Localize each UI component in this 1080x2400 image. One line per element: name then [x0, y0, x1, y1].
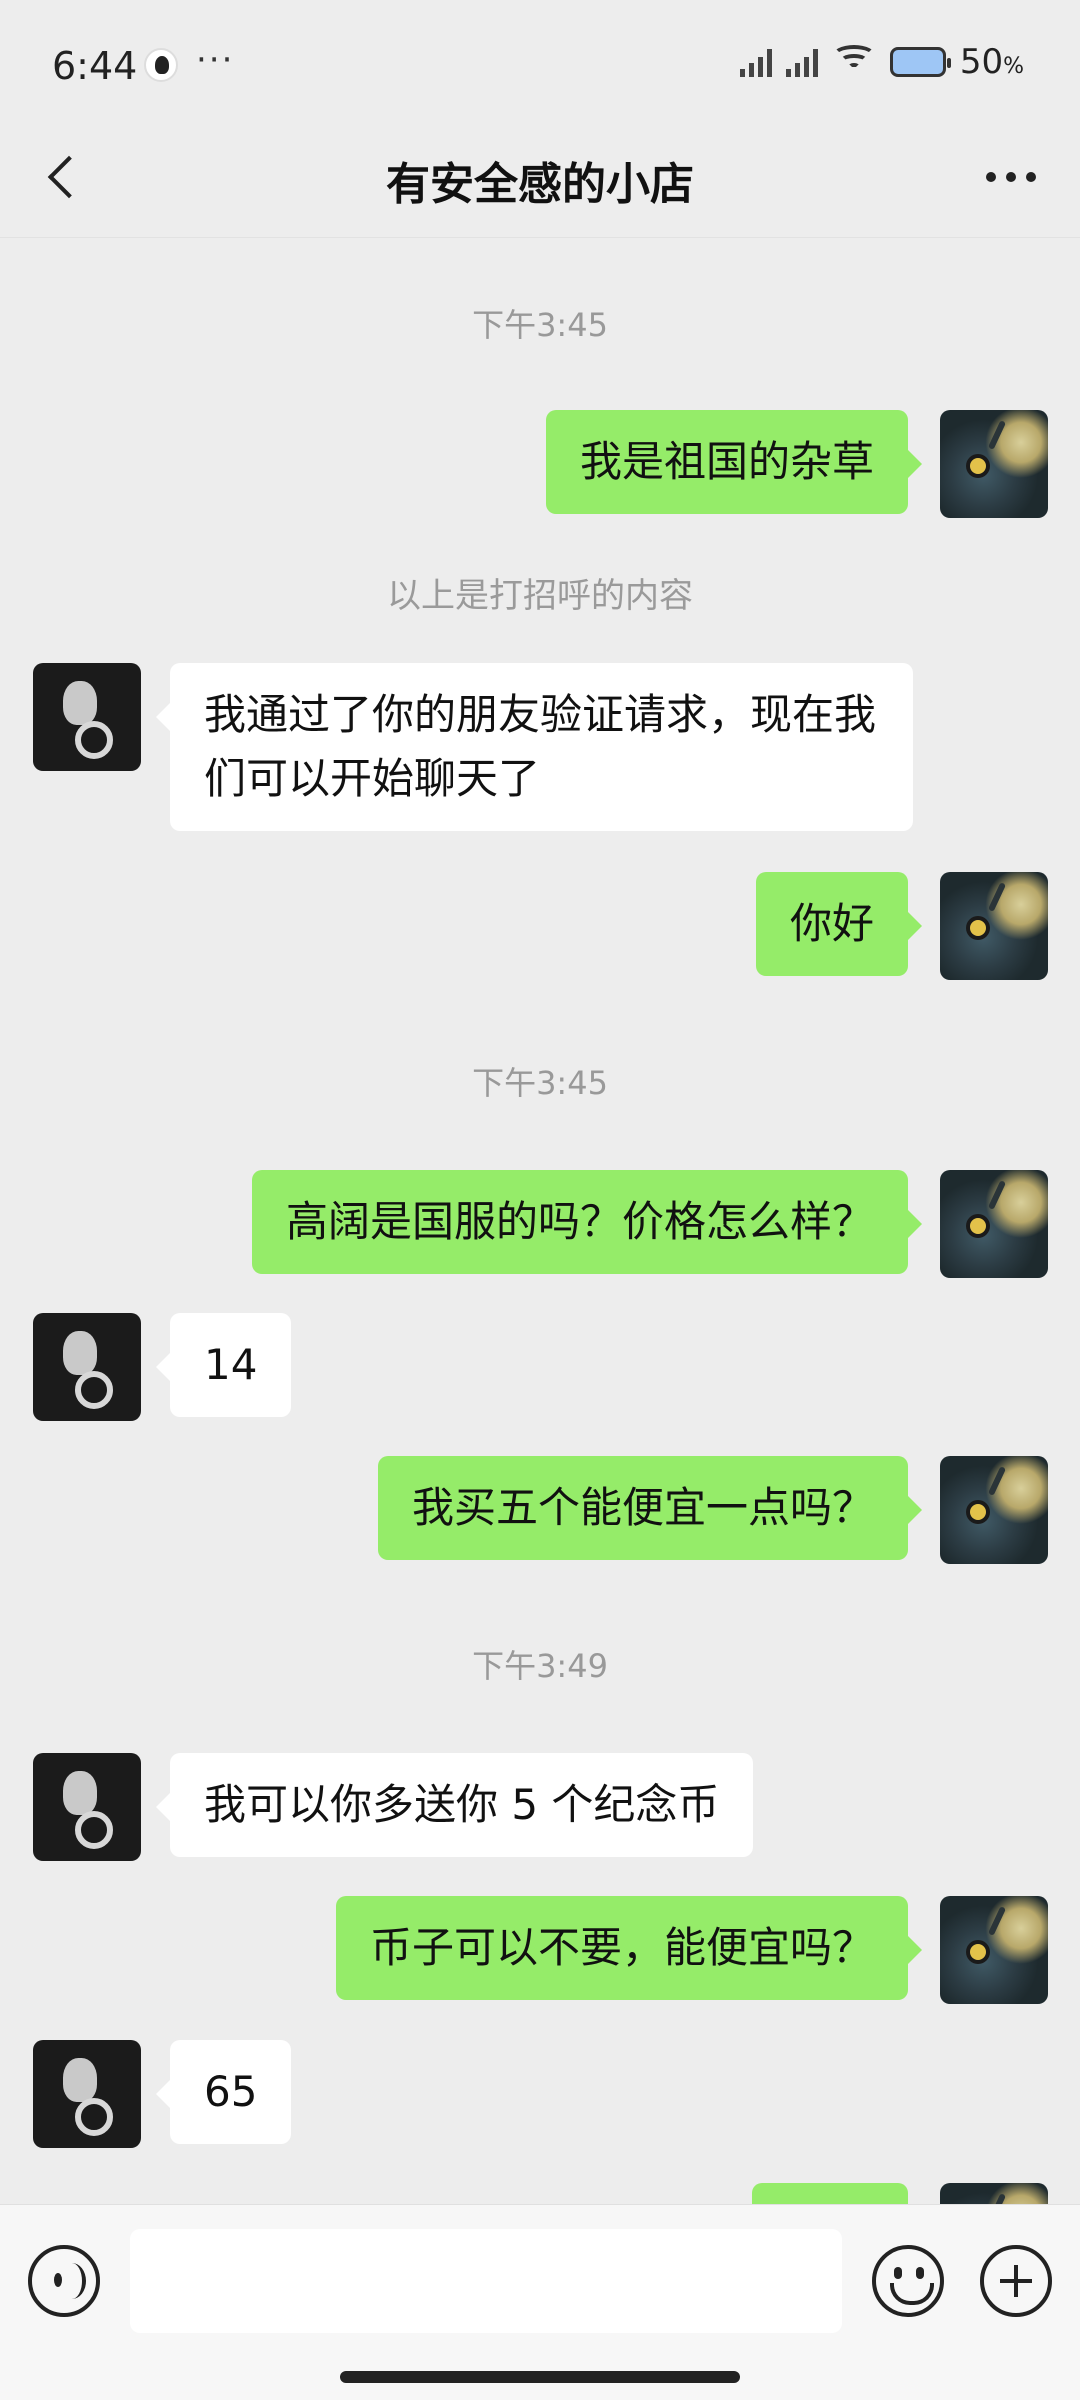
qq-penguin-icon [144, 48, 178, 82]
avatar[interactable] [33, 1313, 141, 1421]
message-bubble-sent[interactable]: 我买五个能便宜一点吗？ [377, 1456, 923, 1560]
battery-percent: 50% [959, 42, 1024, 82]
voice-icon[interactable] [28, 2245, 100, 2317]
avatar[interactable] [33, 2040, 141, 2148]
message-bubble-sent[interactable]: 我是祖国的杂草 [545, 410, 923, 514]
chat-header: 有安全感的小店 [0, 120, 1080, 238]
message-bubble-sent[interactable]: 币子可以不要，能便宜吗？ [335, 1896, 923, 2000]
message-list[interactable]: 下午3:45 我是祖国的杂草 以上是打招呼的内容 我通过了你的朋友验证请求，现在… [0, 238, 1080, 2204]
chat-title: 有安全感的小店 [386, 159, 694, 210]
timestamp: 下午3:45 [472, 1064, 608, 1102]
message-bubble-sent[interactable]: 高阔是国服的吗？价格怎么样？ [251, 1170, 923, 1274]
more-horizontal-icon[interactable] [986, 172, 1036, 182]
status-bar: 6:44 ··· 50% [0, 0, 1080, 135]
avatar[interactable] [940, 872, 1048, 980]
avatar[interactable] [940, 2183, 1048, 2204]
message-bubble-received[interactable]: 我可以你多送你 5 个纪念币 [155, 1753, 754, 1857]
signal-icon [785, 47, 818, 77]
message-bubble-sent[interactable] [752, 2183, 908, 2204]
avatar[interactable] [33, 663, 141, 771]
battery-icon [889, 47, 951, 77]
emoji-icon[interactable] [872, 2245, 944, 2317]
status-time: 6:44 [52, 44, 138, 88]
avatar[interactable] [33, 1753, 141, 1861]
signal-icon [739, 47, 772, 77]
home-indicator[interactable] [340, 2371, 740, 2383]
wifi-icon [831, 45, 876, 79]
status-icons: 50% [739, 42, 1024, 82]
message-bubble-received[interactable]: 14 [155, 1313, 292, 1417]
message-bubble-received[interactable]: 65 [155, 2040, 292, 2144]
avatar[interactable] [940, 1170, 1048, 1278]
plus-icon[interactable] [980, 2245, 1052, 2317]
avatar[interactable] [940, 1456, 1048, 1564]
message-bubble-sent[interactable]: 你好 [755, 872, 923, 976]
greeting-note: 以上是打招呼的内容 [387, 576, 693, 616]
message-input[interactable] [130, 2229, 842, 2333]
input-bar [0, 2204, 1080, 2400]
message-bubble-received[interactable]: 我通过了你的朋友验证请求，现在我们可以开始聊天了 [156, 663, 913, 831]
timestamp: 下午3:45 [472, 306, 608, 344]
status-more: ··· [196, 40, 235, 80]
timestamp: 下午3:49 [472, 1647, 608, 1685]
avatar[interactable] [940, 1896, 1048, 2004]
avatar[interactable] [940, 410, 1048, 518]
